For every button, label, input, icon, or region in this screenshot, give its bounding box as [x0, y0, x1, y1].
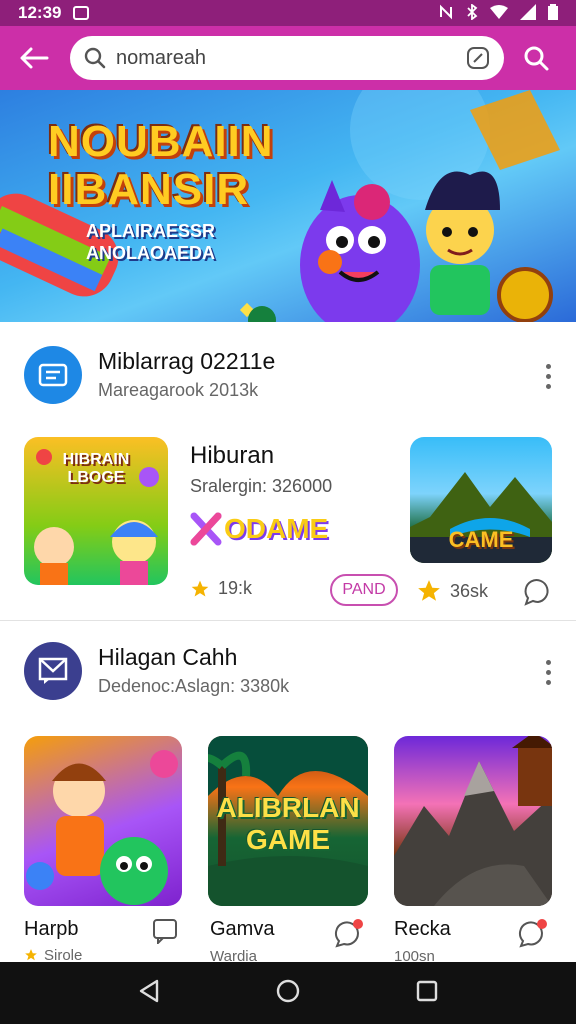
featured-thumb-1[interactable]: HIBRAIN LBOGE	[24, 437, 168, 585]
app-thumb-3[interactable]	[394, 736, 552, 906]
more-vert-icon	[545, 659, 551, 665]
chat-bubble-icon	[334, 919, 363, 948]
section2-more-button[interactable]	[536, 654, 560, 690]
app2-title-line2: GAME	[246, 824, 330, 855]
section2-title: Hilagan Cahh	[98, 644, 238, 670]
featured-logo: ODAME	[190, 512, 328, 546]
banner-title-line1: NOUBAIIN	[48, 117, 274, 166]
back-button[interactable]	[14, 38, 54, 78]
search-input[interactable]	[116, 46, 466, 70]
section2-subtitle: Dedenoc:Aslagn: 3380k	[98, 676, 290, 696]
banner-subtitle-line2: ANOLAOAEDA	[86, 243, 215, 263]
app1-sub: Sirole	[44, 948, 83, 962]
back-arrow-icon	[20, 47, 49, 69]
section1-subtitle: Mareagarook 2013k	[98, 380, 259, 400]
back-triangle-icon	[139, 979, 159, 1002]
featured-thumb-2[interactable]: CAME	[410, 437, 552, 563]
search-icon	[84, 47, 106, 69]
nav-back-button[interactable]	[137, 978, 161, 1009]
document-icon	[38, 363, 68, 387]
nfc-icon	[438, 4, 454, 23]
section2-icon	[24, 642, 82, 700]
more-vert-icon	[545, 363, 551, 369]
featured-subtitle: Sralergin: 326000	[190, 476, 333, 496]
search-icon	[524, 46, 549, 71]
nav-recents-button[interactable]	[415, 979, 439, 1008]
app2-title-line1: ALIBRLAN	[216, 792, 360, 823]
message-icon	[38, 657, 68, 684]
status-bar: 12:39	[0, 0, 576, 26]
search-bar[interactable]	[70, 36, 504, 80]
app-thumb-1[interactable]	[24, 736, 182, 906]
bluetooth-icon	[466, 2, 478, 23]
star-icon	[25, 949, 37, 961]
app2-title: ALIBRLAN GAME	[208, 792, 368, 856]
wifi-icon	[490, 4, 508, 22]
app3-name: Recka	[394, 918, 451, 940]
system-nav-bar	[0, 962, 576, 1024]
lens-icon[interactable]	[466, 46, 490, 70]
banner-subtitle-line1: APLAIRAESSR	[86, 221, 216, 241]
section1-title: Miblarrag 02211e	[98, 348, 276, 374]
featured-rating: 19:k	[190, 578, 252, 599]
section1-icon	[24, 346, 82, 404]
app2-sub: Wardia	[210, 948, 257, 962]
app2-notification-button[interactable]	[334, 918, 364, 953]
search-button[interactable]	[516, 38, 556, 78]
app1-meta: Sirole	[24, 948, 82, 962]
logo-x-icon	[190, 512, 222, 546]
featured-title: Hiburan	[190, 442, 275, 469]
promo-banner[interactable]: NOUBAIIN IIBANSIR APLAIRAESSR ANOLAOAEDA	[0, 90, 576, 322]
app3-artwork	[394, 736, 552, 906]
section-divider	[0, 620, 576, 621]
app3-sub: 100sn	[394, 948, 435, 962]
status-time: 12:39	[18, 3, 62, 22]
star-icon	[191, 580, 209, 596]
thumb1-title-line1: HIBRAIN	[62, 451, 130, 468]
status-icons	[438, 2, 558, 23]
banner-subtitle: APLAIRAESSR ANOLAOAEDA	[86, 220, 215, 264]
app-bar	[0, 26, 576, 90]
app1-comment-button[interactable]	[152, 918, 178, 949]
star-icon	[418, 580, 440, 601]
banner-title: NOUBAIIN IIBANSIR	[48, 118, 274, 214]
signal-icon	[520, 3, 536, 23]
banner-title-line2: IIBANSIR	[48, 165, 250, 214]
app-thumb-2[interactable]: ALIBRLAN GAME	[208, 736, 368, 906]
thumb2-rating: 36sk	[416, 578, 488, 604]
home-icon	[276, 979, 300, 1002]
thumb1-title: HIBRAIN LBOGE	[24, 451, 168, 487]
chat-bubble-icon	[524, 579, 549, 606]
nav-home-button[interactable]	[275, 978, 301, 1009]
app3-notification-button[interactable]	[518, 918, 548, 953]
app1-name: Harpb	[24, 918, 79, 940]
recents-icon	[416, 980, 438, 1001]
logo-text: ODAME	[224, 513, 329, 544]
app1-artwork	[26, 750, 178, 905]
app2-name: Gamva	[210, 918, 275, 940]
install-chip[interactable]: PAND	[330, 574, 398, 606]
chat-bubble-icon	[153, 919, 177, 946]
featured-rating-value: 19:k	[218, 578, 253, 598]
chat-bubble-icon	[518, 919, 547, 948]
thumb2-rating-value: 36sk	[450, 580, 489, 601]
section1-more-button[interactable]	[536, 358, 560, 394]
thumb2-title: CAME	[448, 527, 514, 552]
thumb1-title-line2: LBOGE	[67, 469, 125, 486]
battery-icon	[548, 3, 558, 23]
comment-button[interactable]	[522, 576, 552, 611]
notification-icon	[73, 6, 90, 20]
